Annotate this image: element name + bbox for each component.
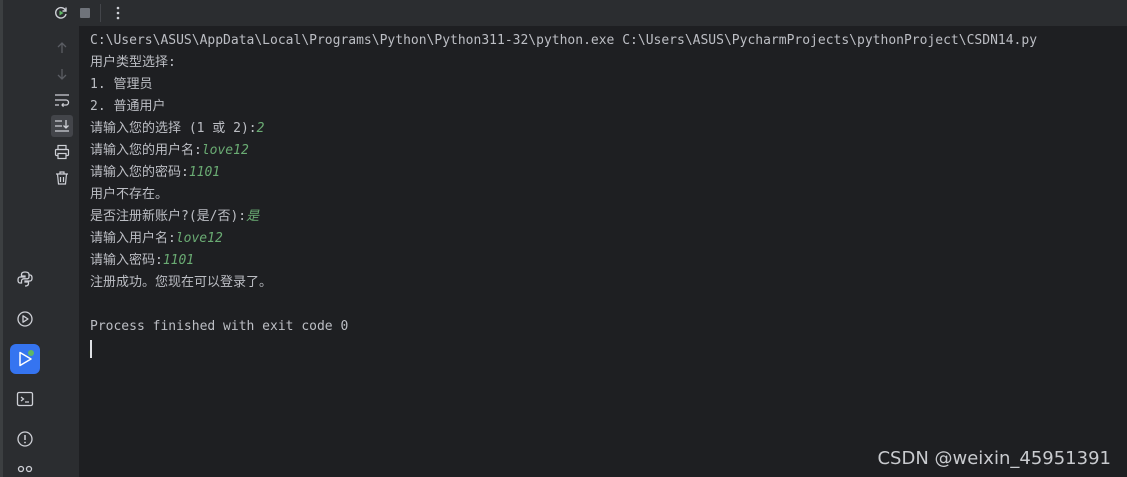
console-line-text: 请输入用户名: bbox=[90, 231, 176, 246]
scroll-up-icon[interactable] bbox=[52, 38, 72, 58]
version-control-icon[interactable] bbox=[12, 464, 38, 477]
python-console-icon[interactable] bbox=[12, 266, 38, 292]
console-line-text: 请输入您的用户名: bbox=[90, 143, 202, 158]
services-icon[interactable] bbox=[12, 306, 38, 332]
console-lines: C:\Users\ASUS\AppData\Local\Programs\Pyt… bbox=[90, 30, 1037, 338]
console-line: 请输入您的用户名:love12 bbox=[90, 140, 1037, 162]
console-line-text: 用户类型选择: bbox=[90, 55, 176, 70]
console-line: 1. 管理员 bbox=[90, 74, 1037, 96]
stripe-edge bbox=[0, 0, 3, 477]
console-line: 用户不存在。 bbox=[90, 184, 1037, 206]
rerun-icon[interactable] bbox=[51, 3, 71, 23]
console-line: 请输入您的密码:1101 bbox=[90, 162, 1037, 184]
console-user-input: 1101 bbox=[162, 253, 195, 268]
console-user-input: 1101 bbox=[188, 165, 221, 180]
text-cursor bbox=[90, 340, 92, 358]
soft-wrap-icon[interactable] bbox=[52, 90, 72, 110]
console-line-text: 请输入您的密码: bbox=[90, 165, 189, 180]
console-line-text: 注册成功。您现在可以登录了。 bbox=[90, 275, 273, 290]
scroll-to-end-icon[interactable] bbox=[51, 115, 73, 137]
console-gutter bbox=[46, 26, 79, 477]
csdn-watermark: CSDN @weixin_45951391 bbox=[877, 448, 1111, 469]
console-line-text: 请输入您的选择 (1 或 2): bbox=[90, 121, 257, 136]
console-user-input: love12 bbox=[175, 231, 223, 246]
run-toolbar bbox=[46, 0, 1127, 26]
problems-icon[interactable] bbox=[12, 426, 38, 452]
console-user-input: love12 bbox=[201, 143, 249, 158]
run-icon[interactable] bbox=[10, 344, 40, 374]
console-line: 注册成功。您现在可以登录了。 bbox=[90, 272, 1037, 294]
stop-icon[interactable] bbox=[75, 3, 95, 23]
toolbar-separator bbox=[100, 4, 101, 22]
console-line-text: Process finished with exit code 0 bbox=[90, 319, 349, 334]
console-line: 2. 普通用户 bbox=[90, 96, 1037, 118]
console-line: Process finished with exit code 0 bbox=[90, 316, 1037, 338]
console-line: 用户类型选择: bbox=[90, 52, 1037, 74]
console-line: 是否注册新账户?(是/否):是 bbox=[90, 206, 1037, 228]
run-tool-window: C:\Users\ASUS\AppData\Local\Programs\Pyt… bbox=[0, 0, 1127, 477]
more-options-icon[interactable] bbox=[108, 3, 128, 23]
console-line: 请输入密码:1101 bbox=[90, 250, 1037, 272]
clear-all-icon[interactable] bbox=[52, 168, 72, 188]
console-command-line: C:\Users\ASUS\AppData\Local\Programs\Pyt… bbox=[90, 33, 1038, 48]
scroll-down-icon[interactable] bbox=[52, 64, 72, 84]
console-user-input: 是 bbox=[246, 209, 260, 224]
console-line-text: 是否注册新账户?(是/否): bbox=[90, 209, 247, 224]
console-line-text: 1. 管理员 bbox=[90, 77, 153, 92]
print-icon[interactable] bbox=[52, 142, 72, 162]
console-user-input: 2 bbox=[256, 121, 265, 136]
tool-window-stripe bbox=[0, 0, 47, 477]
console-line-text: 2. 普通用户 bbox=[90, 99, 166, 114]
console-output[interactable]: C:\Users\ASUS\AppData\Local\Programs\Pyt… bbox=[79, 26, 1127, 477]
console-line-text: 请输入密码: bbox=[90, 253, 163, 268]
terminal-icon[interactable] bbox=[12, 386, 38, 412]
console-line: 请输入您的选择 (1 或 2):2 bbox=[90, 118, 1037, 140]
console-line: 请输入用户名:love12 bbox=[90, 228, 1037, 250]
console-line-text: 用户不存在。 bbox=[90, 187, 169, 202]
